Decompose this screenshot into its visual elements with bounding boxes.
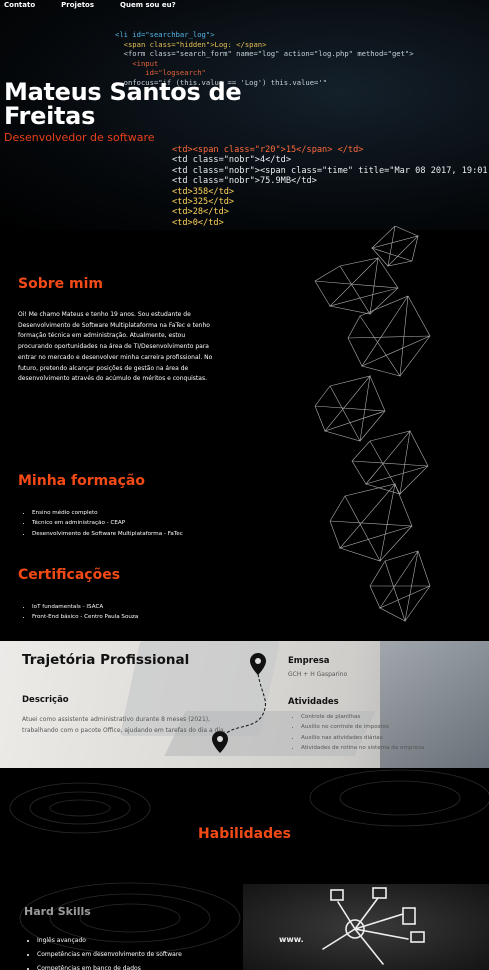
list-item: Auxílio no controle de impostos <box>301 722 424 732</box>
chalkboard-image: www. <box>243 884 489 970</box>
code-line: <td>358</td> <box>172 186 235 197</box>
code-line: id="logsearch" <box>115 68 206 78</box>
activities-list: Controle de planilhas Auxílio no control… <box>292 712 424 754</box>
list-item: Competências em desenvolvimento de softw… <box>37 948 182 962</box>
list-item: Inglês avançado <box>37 934 182 948</box>
code-line: <td><span class="r20">15</span> </td> <box>172 145 364 155</box>
idea-arrows-icon: www. <box>279 887 425 965</box>
company-label: Empresa <box>288 656 330 666</box>
nav-item-projetos[interactable]: Projetos <box>61 0 94 14</box>
hero-name: Mateus Santos de Freitas <box>4 78 242 130</box>
list-item: Auxílio nas atividades diárias <box>301 733 424 743</box>
hero-banner: <li id="searchbar_log"> <span class="hid… <box>0 0 489 230</box>
certifications-title: Certificações <box>18 567 121 583</box>
education-list: Ensino médio completo Técnico em adminis… <box>22 508 183 539</box>
list-item: Desenvolvimento de Software Multiplatafo… <box>32 529 183 539</box>
career-section: Trajetória Profissional Empresa GCH + H … <box>0 641 489 768</box>
description-text: Atuei como assistente administrativo dur… <box>22 716 226 734</box>
education-title: Minha formação <box>18 473 145 489</box>
list-item: Front-End básico - Centro Paula Souza <box>32 612 138 622</box>
list-item: Controle de planilhas <box>301 712 424 722</box>
nav-item-quem-sou-eu[interactable]: Quem sou eu? <box>120 0 176 14</box>
nav-item-contato[interactable]: Contato <box>4 0 35 14</box>
skills-title: Habilidades <box>198 826 291 842</box>
top-nav: Contato Projetos Quem sou eu? <box>0 0 489 14</box>
list-item: Competências em banco de dados <box>37 962 182 970</box>
list-item: Ensino médio completo <box>32 508 183 518</box>
code-line: <td>28</td> <box>172 207 229 218</box>
hard-skills-list: Inglês avançado Competências em desenvol… <box>28 934 182 970</box>
activities-label: Atividades <box>288 697 339 707</box>
code-line: <form class="search_form" name="log" act… <box>115 49 414 59</box>
list-item: Técnico em administração - CEAP <box>32 518 183 528</box>
about-text: Oi! Me chamo Mateus e tenho 19 anos. Sou… <box>18 311 213 383</box>
career-title: Trajetória Profissional <box>22 652 190 668</box>
code-line: <input <box>115 58 159 68</box>
description-label: Descrição <box>22 695 69 705</box>
hero-role: Desenvolvedor de software <box>4 131 155 144</box>
code-line: <td class="nobr">4</td> <box>172 155 291 166</box>
code-line: <li id="searchbar_log"> <box>115 30 215 39</box>
code-line: <td>325</td> <box>172 197 235 208</box>
map-pin-icon <box>250 653 266 675</box>
certifications-list: IoT fundamentals - ISACA Front-End básic… <box>22 602 138 623</box>
list-item: Atividades de rotina no sistema da empre… <box>301 743 424 753</box>
skills-section: Habilidades www. Hard Skills Inglês avan… <box>0 768 489 970</box>
www-label: www. <box>279 935 304 944</box>
code-line: <td class="nobr">75.9MB</td> <box>172 176 317 187</box>
geometric-decoration <box>314 226 431 623</box>
list-item: IoT fundamentals - ISACA <box>32 602 138 612</box>
hero-code-table: <td><span class="r20">15</span> </td> <td… <box>172 145 489 228</box>
code-line: <td class="nobr"><span class="time" titl… <box>172 165 489 176</box>
code-line: <span class="hidden">Log: </span> <box>115 39 267 49</box>
hard-skills-title: Hard Skills <box>24 905 91 918</box>
about-title: Sobre mim <box>18 276 103 292</box>
company-name: GCH + H Gasparino <box>288 671 348 678</box>
